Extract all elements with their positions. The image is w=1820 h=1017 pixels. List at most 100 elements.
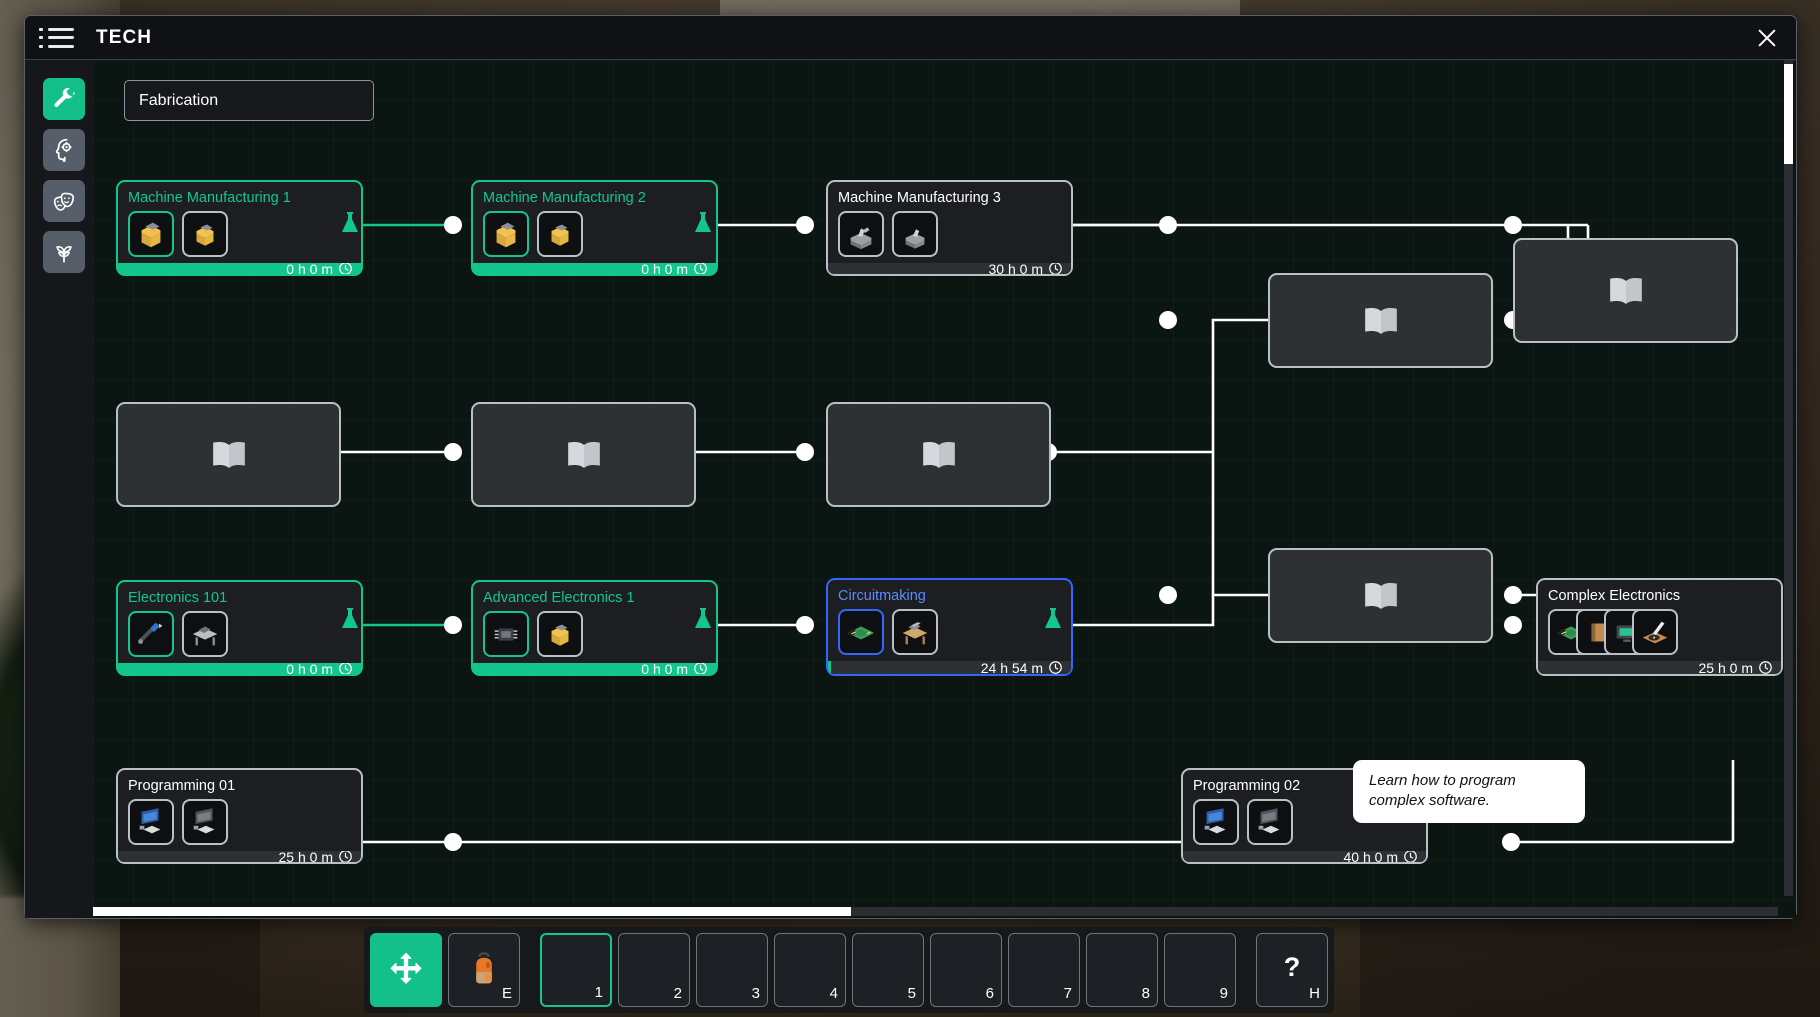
hotbar-slot-7[interactable]: 7 [1008,933,1080,1007]
tech-window-titlebar: TECH [25,16,1796,60]
close-button[interactable] [1750,21,1784,55]
product-icon[interactable] [1247,799,1293,845]
tech-node-progress: 0 h 0 m [473,663,716,674]
menu-button[interactable] [39,27,74,48]
horizontal-scrollbar-thumb[interactable] [93,907,852,916]
list-item[interactable] [1268,273,1493,368]
product-icon[interactable] [892,609,938,655]
tech-node-progress: 0 h 0 m [118,663,361,674]
list-item[interactable] [826,402,1051,507]
research-flask-marker [695,212,711,232]
book-icon [1364,582,1397,609]
unlock-icon[interactable] [483,211,529,257]
hamburger-icon [48,27,74,48]
product-icon[interactable] [537,211,583,257]
tooltip: Learn how to program complex software. [1353,760,1585,823]
tech-node-icons [483,211,706,257]
unlock-icon[interactable] [1193,799,1239,845]
vertical-scrollbar-thumb[interactable] [1784,64,1793,165]
research-flask-marker [342,212,358,232]
hotbar-slot-9[interactable]: 9 [1164,933,1236,1007]
hotbar-slot-4[interactable]: 4 [774,933,846,1007]
tech-node-mm1[interactable]: Machine Manufacturing 1 0 h 0 m [116,180,363,276]
product-icon[interactable] [182,799,228,845]
tech-node-complex-electronics[interactable]: Complex Electronics 25 h 0 m [1536,578,1783,676]
hotbar-slot-1[interactable]: 1 [540,933,612,1007]
tech-node-time: 25 h 0 m [1698,661,1753,674]
hotbar-slot-6[interactable]: 6 [930,933,1002,1007]
hotbar-slot-3[interactable]: 3 [696,933,768,1007]
tech-node-time: 0 h 0 m [641,263,688,274]
tech-node-time: 0 h 0 m [286,663,333,674]
tech-node-time: 24 h 54 m [980,661,1043,674]
hotbar-slot-2[interactable]: 2 [618,933,690,1007]
clock-icon [339,663,352,674]
tech-body: Fabrication Machine Manufacturing 1 0 h … [25,60,1796,918]
move-tool-button[interactable] [370,933,442,1007]
hotbar-slot-key: 1 [594,984,603,1001]
product-icon[interactable] [892,211,938,257]
sidebar-item-research[interactable] [43,129,85,171]
tech-node-icons [128,211,351,257]
industrial-machine-icon [850,227,872,250]
plant-icon [56,246,72,263]
question-mark-icon: ? [1283,951,1301,982]
backpack-button[interactable]: E [448,933,520,1007]
category-label: Fabrication [124,80,374,121]
tech-node-progress: 30 h 0 m [828,263,1071,274]
move-arrows-icon [390,952,422,984]
hotbar-slot-5[interactable]: 5 [852,933,924,1007]
sidebar-item-nature[interactable] [43,231,85,273]
tech-node-programming-01[interactable]: Programming 01 25 h 0 m [116,768,363,864]
unlock-icon[interactable] [838,609,884,655]
clock-icon [1759,661,1772,674]
product-icon[interactable] [537,611,583,657]
microchip-icon [494,628,518,641]
tech-node-title: Electronics 101 [128,590,228,606]
hotbar-slot-key: 7 [1063,985,1072,1002]
tech-tree-canvas[interactable]: Fabrication Machine Manufacturing 1 0 h … [93,60,1796,918]
unlock-icon[interactable] [128,211,174,257]
vertical-scrollbar[interactable] [1784,60,1793,896]
unlock-icon[interactable] [483,611,529,657]
sidebar-item-entertainment[interactable] [43,180,85,222]
list-item[interactable] [1268,548,1493,643]
tech-node-title: Machine Manufacturing 3 [838,190,1001,206]
unlock-icon[interactable] [128,611,174,657]
tech-node-mm2[interactable]: Machine Manufacturing 2 0 h 0 m [471,180,718,276]
hotbar-slot-key: 9 [1219,985,1228,1002]
list-item[interactable] [471,402,696,507]
product-icon[interactable] [182,611,228,657]
product-icon[interactable] [182,211,228,257]
hotbar-slot-key: 5 [907,985,916,1002]
backpack-icon [476,952,492,984]
list-item[interactable] [1513,238,1738,343]
industrial-machine-icon [905,229,925,249]
tech-node-progress: 0 h 0 m [473,263,716,274]
list-item[interactable] [116,402,341,507]
page-title: TECH [96,26,153,48]
research-flask-marker [1045,608,1061,628]
crate-icon [551,224,569,246]
horizontal-scrollbar[interactable] [93,907,1778,916]
computer-icon [193,808,215,834]
tech-node-advanced-electronics-1[interactable]: Advanced Electronics 1 0 h 0 m [471,580,718,676]
tech-node-title: Circuitmaking [838,588,926,604]
tech-node-circuitmaking[interactable]: Circuitmaking 24 h 54 m [826,578,1073,676]
tech-node-title: Machine Manufacturing 2 [483,190,646,206]
clock-icon [694,263,707,274]
tech-node-electronics-101[interactable]: Electronics 101 0 h 0 m [116,580,363,676]
unlock-icon[interactable] [838,211,884,257]
backpack-key: E [501,985,512,1002]
clock-icon [1049,661,1062,674]
hotbar: E 1 2 3 4 5 6 7 8 9 ? H [364,927,1334,1013]
hotbar-slot-8[interactable]: 8 [1086,933,1158,1007]
product-icon-3[interactable] [1632,609,1678,655]
tech-node-mm3[interactable]: Machine Manufacturing 3 30 h 0 m [826,180,1073,276]
tech-node-time: 25 h 0 m [278,851,333,862]
sidebar-item-fabrication[interactable] [43,78,85,120]
tech-node-icons [838,609,1061,655]
unlock-icon[interactable] [128,799,174,845]
help-button[interactable]: ? H [1256,933,1328,1007]
research-flask-marker [342,608,358,628]
